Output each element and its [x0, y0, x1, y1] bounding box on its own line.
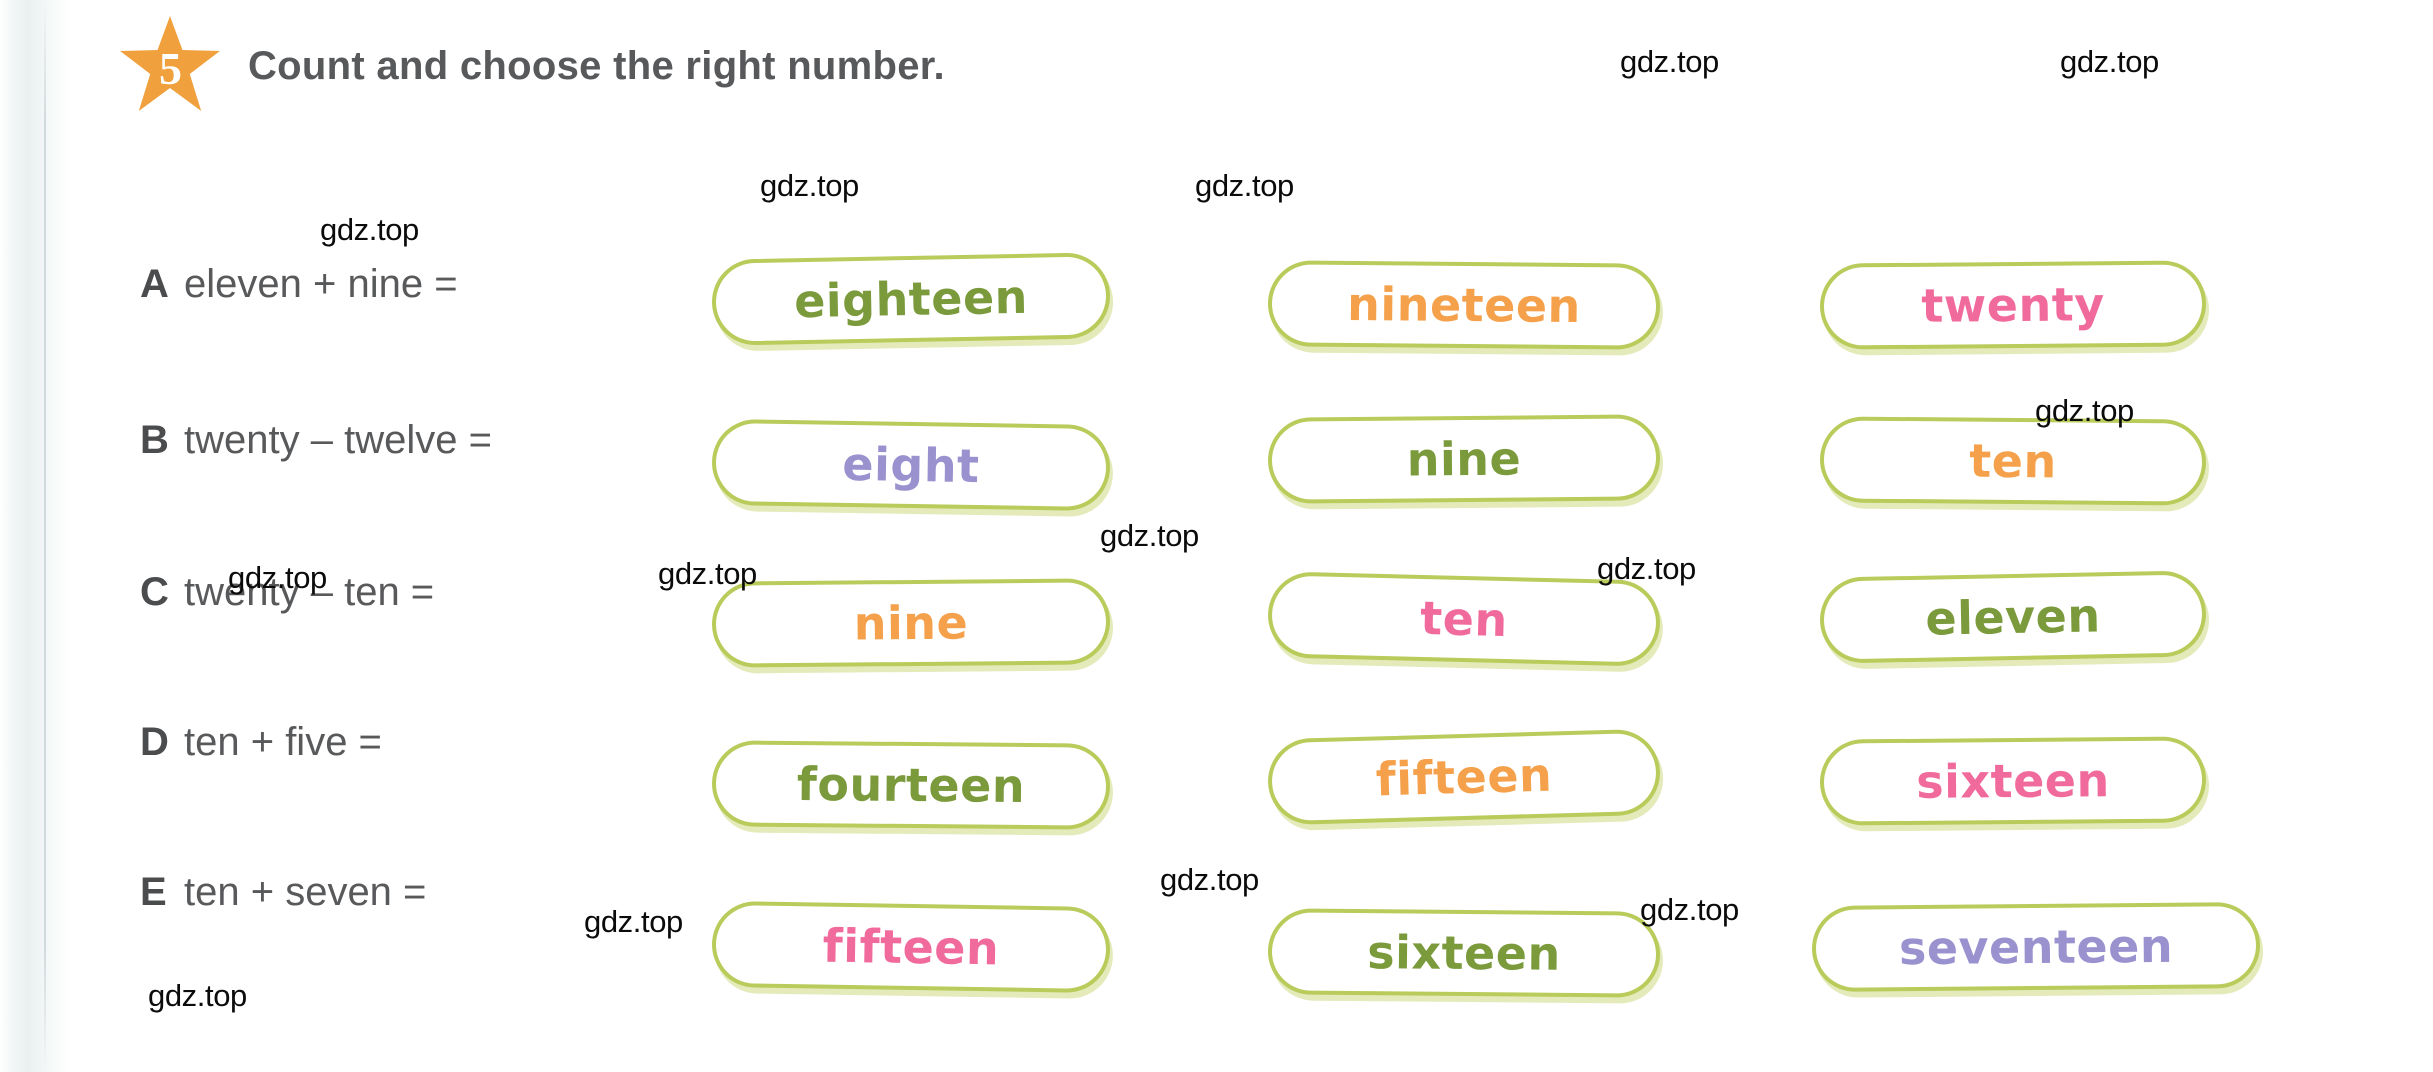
answer-option-label: ten	[1969, 433, 2057, 489]
row-letter: E	[140, 870, 167, 914]
row-equation: eleven + nine =	[184, 262, 458, 306]
answer-option-label: eighteen	[793, 269, 1029, 329]
task-row: D ten + five = fourteen fifteen sixteen	[0, 720, 2433, 860]
watermark: gdz.top	[1597, 551, 1696, 586]
watermark: gdz.top	[584, 904, 683, 939]
answer-option-label: nine	[853, 595, 969, 651]
exercise-number: 5	[159, 43, 182, 94]
answer-option-bubble[interactable]: eighteen	[711, 252, 1111, 346]
answer-option-bubble[interactable]: nine	[1267, 414, 1661, 504]
answer-option-label: fifteen	[822, 918, 1000, 976]
equation-e: E ten + seven =	[140, 870, 426, 940]
watermark: gdz.top	[1160, 862, 1259, 897]
answer-option-label: twenty	[1921, 277, 2105, 333]
answer-option-bubble[interactable]: nineteen	[1267, 260, 1661, 350]
task-row: B twenty – twelve = eight nine ten	[0, 414, 2433, 558]
row-equation: ten + five =	[184, 720, 382, 764]
watermark: gdz.top	[1195, 168, 1294, 203]
task-row: C twenty – ten = nine ten eleven	[0, 570, 2433, 710]
answer-option-label: fourteen	[796, 757, 1026, 813]
answer-option-bubble[interactable]: seventeen	[1811, 902, 2261, 992]
watermark: gdz.top	[2060, 44, 2159, 79]
equation-b: B twenty – twelve =	[140, 418, 492, 488]
answer-option-label: nineteen	[1346, 276, 1582, 334]
answer-option-label: fifteen	[1375, 747, 1553, 807]
row-letter: C	[140, 570, 169, 614]
answer-option-label: nine	[1406, 431, 1522, 487]
watermark: gdz.top	[2035, 393, 2134, 428]
equation-a: A eleven + nine =	[140, 262, 458, 332]
watermark: gdz.top	[1640, 892, 1739, 927]
answer-option-bubble[interactable]: sixteen	[1267, 908, 1661, 998]
row-letter: B	[140, 418, 169, 462]
equation-d: D ten + five =	[140, 720, 382, 790]
answer-option-bubble[interactable]: eleven	[1819, 570, 2207, 664]
task-rows: A eleven + nine = eighteen nineteen twen…	[0, 0, 2433, 1072]
answer-option-label: eight	[842, 436, 980, 494]
row-letter: D	[140, 720, 169, 764]
watermark: gdz.top	[1100, 518, 1199, 553]
watermark: gdz.top	[148, 978, 247, 1013]
answer-option-bubble[interactable]: ten	[1819, 416, 2207, 506]
answer-option-bubble[interactable]: twenty	[1819, 260, 2207, 350]
watermark: gdz.top	[1620, 44, 1719, 79]
answer-option-label: sixteen	[1916, 753, 2110, 809]
answer-option-bubble[interactable]: fifteen	[711, 900, 1111, 994]
watermark: gdz.top	[658, 556, 757, 591]
answer-option-bubble[interactable]: fifteen	[1266, 728, 1662, 826]
watermark: gdz.top	[760, 168, 859, 203]
answer-option-label: ten	[1419, 590, 1509, 648]
answer-option-bubble[interactable]: sixteen	[1819, 736, 2207, 826]
answer-option-label: seventeen	[1898, 918, 2174, 976]
answer-option-bubble[interactable]: nine	[711, 578, 1111, 668]
answer-option-bubble[interactable]: fourteen	[711, 740, 1111, 830]
answer-option-bubble[interactable]: eight	[711, 418, 1111, 512]
watermark: gdz.top	[320, 212, 419, 247]
watermark: gdz.top	[228, 560, 327, 595]
task-row: A eleven + nine = eighteen nineteen twen…	[0, 252, 2433, 402]
row-equation: twenty – twelve =	[184, 418, 492, 462]
row-letter: A	[140, 262, 169, 306]
answer-option-label: sixteen	[1367, 925, 1561, 981]
answer-option-label: eleven	[1924, 588, 2102, 646]
row-equation: ten + seven =	[184, 870, 427, 914]
